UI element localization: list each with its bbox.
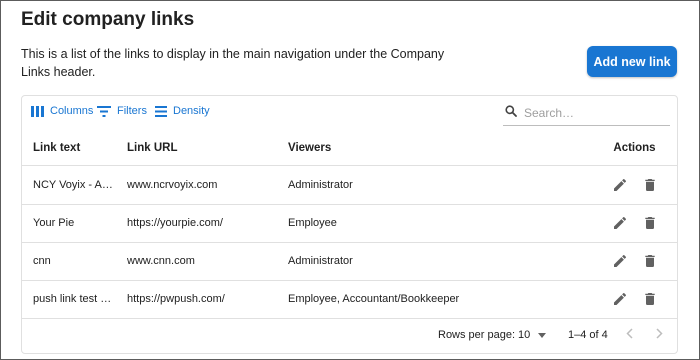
delete-icon[interactable] (641, 214, 659, 232)
table-row[interactable]: NCY Voyix - A… www.ncrvoyix.com Administ… (22, 166, 677, 205)
delete-icon[interactable] (641, 252, 659, 270)
rows-per-page-select[interactable]: 10 (518, 317, 547, 353)
chevron-right-icon (656, 328, 663, 342)
caret-down-icon (538, 332, 547, 338)
rows-per-page-label: Rows per page: (438, 329, 516, 341)
cell-actions (597, 166, 672, 204)
rows-per-page-value: 10 (518, 329, 531, 341)
cell-link-url: https://pwpush.com/ (127, 293, 225, 305)
page-description: This is a list of the links to display i… (21, 47, 445, 79)
page-title: Edit company links (21, 9, 195, 30)
search-input[interactable] (522, 105, 661, 121)
table-row[interactable]: cnn www.cnn.com Administrator (22, 242, 677, 281)
next-page-button[interactable] (656, 317, 663, 353)
cell-link-url: www.ncrvoyix.com (127, 179, 218, 191)
link-text-value: NCY Voyix - A… (33, 179, 113, 191)
table-row[interactable]: Your Pie https://yourpie.com/ Employee (22, 204, 677, 243)
cell-viewers: Administrator (288, 179, 353, 191)
edit-icon[interactable] (611, 290, 629, 308)
density-icon (155, 105, 167, 117)
edit-icon[interactable] (611, 214, 629, 232)
edit-icon[interactable] (611, 176, 629, 194)
density-button[interactable]: Density (155, 105, 210, 117)
filters-button[interactable]: Filters (97, 105, 147, 117)
cell-actions (597, 204, 672, 242)
previous-page-button[interactable] (626, 317, 633, 353)
column-header-row: Link text Link URL Viewers Actions (22, 130, 677, 166)
table-row[interactable]: push link test … https://pwpush.com/ Emp… (22, 280, 677, 319)
cell-link-url: https://yourpie.com/ (127, 217, 223, 229)
pagination-range: 1–4 of 4 (568, 329, 608, 341)
density-label: Density (173, 105, 210, 117)
filter-icon (97, 105, 111, 117)
link-text-value: Your Pie (33, 217, 75, 229)
search-icon (503, 104, 517, 122)
link-text-value: cnn (33, 255, 51, 267)
cell-viewers: Administrator (288, 255, 353, 267)
pagination-footer: Rows per page: 10 1–4 of 4 (22, 317, 677, 353)
cell-link-text: cnn (33, 242, 118, 280)
column-header-viewers[interactable]: Viewers (288, 130, 608, 165)
column-header-actions: Actions (613, 141, 656, 154)
cell-link-text: Your Pie (33, 204, 118, 242)
cell-link-text: NCY Voyix - A… (33, 166, 118, 204)
chevron-left-icon (626, 328, 633, 342)
cell-actions (597, 242, 672, 280)
filters-label: Filters (117, 105, 147, 117)
columns-label: Columns (50, 105, 94, 117)
cell-link-text: push link test … (33, 280, 118, 318)
links-data-grid: Columns Filters Density Link text Link U… (21, 95, 678, 354)
cell-actions (597, 280, 672, 318)
delete-icon[interactable] (641, 176, 659, 194)
search-box (503, 101, 670, 126)
link-text-value: push link test … (33, 293, 112, 305)
column-header-link-url[interactable]: Link URL (127, 130, 277, 165)
columns-icon (31, 105, 44, 117)
column-header-link-text[interactable]: Link text (33, 130, 118, 165)
add-new-link-button[interactable]: Add new link (587, 46, 677, 77)
edit-icon[interactable] (611, 252, 629, 270)
delete-icon[interactable] (641, 290, 659, 308)
cell-viewers: Employee (288, 217, 337, 229)
columns-button[interactable]: Columns (31, 105, 93, 117)
cell-link-url: www.cnn.com (127, 255, 195, 267)
cell-viewers: Employee, Accountant/Bookkeeper (288, 293, 460, 305)
grid-toolbar: Columns Filters Density (22, 96, 677, 130)
